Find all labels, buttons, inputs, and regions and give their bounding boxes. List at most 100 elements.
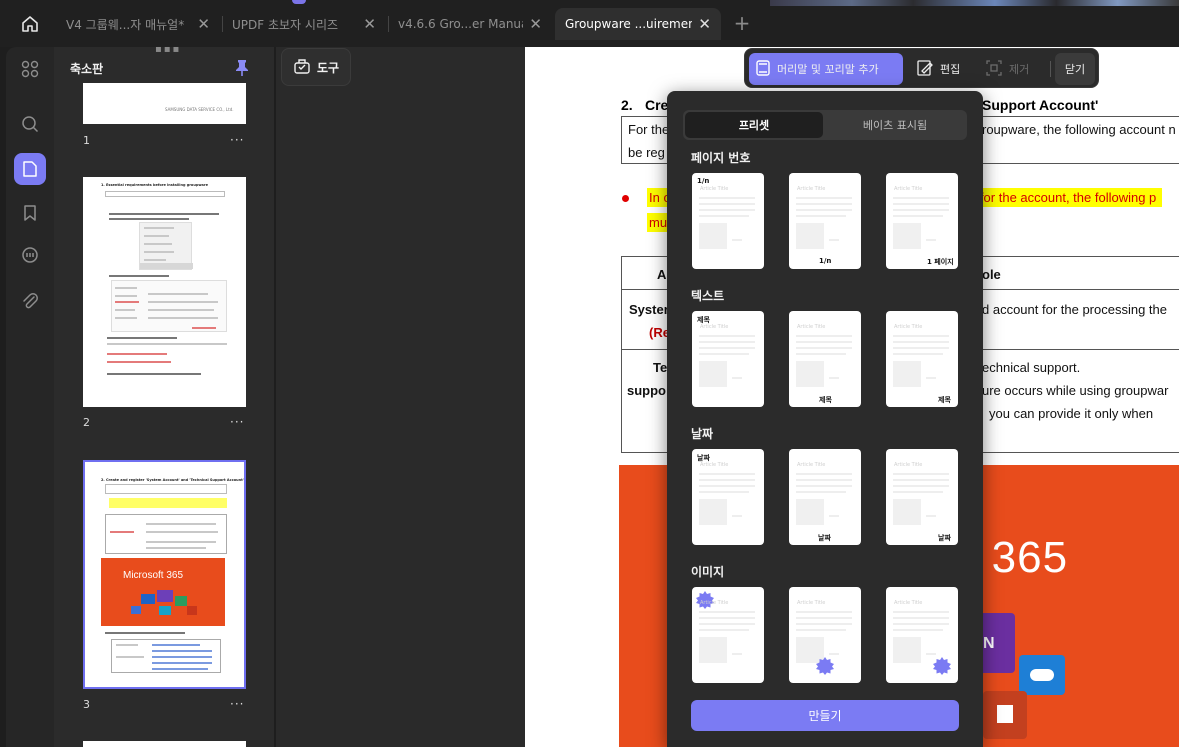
tools-label: 도구	[316, 60, 340, 75]
table-header: A	[657, 267, 667, 282]
thumb-table	[105, 514, 227, 554]
doc-heading-right: Support Account'	[982, 97, 1099, 113]
tools-strip: 도구	[276, 47, 525, 747]
page-thumbnail-3[interactable]: 2. Create and register 'System Account' …	[83, 462, 246, 687]
table-cell: Te	[653, 360, 668, 375]
thumb-line	[109, 218, 189, 220]
header-footer-toolbar: 머리말 및 꼬리말 추가 편집 제거 닫기	[744, 48, 1099, 88]
new-tab-button[interactable]: +	[731, 10, 753, 36]
tab-v466-manual[interactable]: v4.6.6 Gro...er Manual* ✕	[388, 8, 552, 40]
tab-label: Groupware ...uirements*	[565, 17, 693, 31]
attachment-icon[interactable]	[14, 285, 46, 317]
thumb-settings-screenshot	[111, 280, 227, 332]
close-icon[interactable]: ✕	[529, 15, 542, 33]
close-toolbar-button[interactable]: 닫기	[1055, 53, 1095, 85]
preset-dropdown: 프리셋 베이츠 표시됨 페이지 번호 1/n Article Title Art…	[667, 91, 983, 747]
preset-mark: 제목	[819, 396, 832, 404]
page-more-button[interactable]: ···	[230, 697, 244, 711]
app-window: V4 그룹웨...자 매뉴얼* ✕ UPDF 초보자 시리즈 ✕ v4.6.6 …	[0, 0, 1179, 747]
thumb-ms-logo-text: Microsoft 365	[123, 570, 184, 581]
tab-bar: V4 그룹웨...자 매뉴얼* ✕ UPDF 초보자 시리즈 ✕ v4.6.6 …	[0, 0, 1179, 47]
preset-card-page-number-top-left[interactable]: 1/n Article Title	[692, 173, 764, 269]
page-more-button[interactable]: ···	[230, 133, 244, 147]
preset-card-date-bottom-right[interactable]: Article Title 날짜	[886, 449, 958, 545]
table-cell: you can provide it only when	[989, 406, 1154, 421]
remove-button[interactable]: 제거	[979, 53, 1035, 85]
thumbnails-icon[interactable]	[14, 153, 46, 185]
section-title-image: 이미지	[691, 565, 725, 579]
doc-heading-left: Cre	[645, 97, 669, 113]
table-cell: d account for the processing the	[982, 302, 1168, 317]
toolbox-icon	[293, 57, 311, 78]
app-icon-peek	[292, 0, 306, 4]
desktop-peek	[770, 0, 1179, 6]
search-icon[interactable]	[14, 108, 46, 140]
close-icon[interactable]: ✕	[363, 15, 376, 33]
page-thumbnail-1[interactable]: SAMSUNG DATA SERVICE CO., Ltd.	[83, 83, 246, 124]
create-button[interactable]: 만들기	[691, 700, 959, 731]
home-icon[interactable]	[10, 8, 50, 40]
thumb-heading: 1. Essential requirements before install…	[101, 183, 209, 187]
preset-card-page-number-bottom-center[interactable]: Article Title 1/n	[789, 173, 861, 269]
preset-card-text-bottom-right[interactable]: Article Title 제목	[886, 311, 958, 407]
doc-text: be reg	[628, 145, 665, 160]
thumb-screenshot	[139, 222, 193, 270]
page-number: 3	[83, 698, 90, 711]
remove-icon	[985, 59, 1003, 80]
table-cell: suppo	[627, 383, 666, 398]
edit-button[interactable]: 편집	[910, 53, 966, 85]
panel-title: 축소판	[70, 62, 104, 76]
thumb-line	[107, 353, 167, 355]
thumbnail-panel: 축소판 SAMSUNG DATA SERVICE CO., Ltd. 1 ···…	[54, 47, 274, 747]
left-rail	[6, 47, 54, 747]
bookmark-icon[interactable]	[14, 197, 46, 229]
tab-bates[interactable]: 베이츠 표시됨	[825, 112, 965, 138]
remove-label: 제거	[1009, 63, 1030, 76]
edit-icon	[916, 59, 934, 80]
section-title-text: 텍스트	[691, 289, 725, 303]
header-footer-icon	[755, 59, 771, 80]
thumb-line	[109, 213, 219, 215]
panel-drag-handle[interactable]: ▪▪▪	[155, 45, 181, 55]
tab-groupware-requirements[interactable]: Groupware ...uirements* ✕	[555, 8, 721, 40]
close-icon[interactable]: ✕	[698, 15, 711, 33]
doc-heading-number: 2.	[621, 97, 633, 113]
preset-card-page-number-bottom-right[interactable]: Article Title 1 페이지	[886, 173, 958, 269]
page-number: 1	[83, 134, 90, 147]
thumb-box	[105, 484, 227, 494]
add-header-footer-button[interactable]: 머리말 및 꼬리말 추가	[749, 53, 903, 85]
thumb-line	[107, 373, 201, 375]
thumb-line	[109, 275, 169, 277]
tab-label: V4 그룹웨...자 매뉴얼*	[66, 17, 185, 32]
page-thumbnail-4[interactable]	[83, 741, 246, 747]
table-cell: Syster	[629, 302, 669, 317]
thumb-line	[107, 337, 177, 339]
pin-icon[interactable]	[234, 59, 250, 77]
preset-card-image-bottom-center[interactable]: Article Title	[789, 587, 861, 683]
thumb-box	[105, 191, 225, 197]
preset-mark: 날짜	[938, 534, 951, 542]
page-thumbnail-2[interactable]: 1. Essential requirements before install…	[83, 177, 246, 407]
thumb-highlight	[109, 498, 227, 508]
thumb-account-table	[111, 639, 221, 673]
preset-card-text-bottom-center[interactable]: Article Title 제목	[789, 311, 861, 407]
thumb-heading: 2. Create and register 'System Account' …	[101, 478, 244, 482]
close-icon[interactable]: ✕	[197, 15, 210, 33]
section-title-date: 날짜	[691, 427, 714, 441]
add-header-footer-label: 머리말 및 꼬리말 추가	[777, 63, 879, 76]
tab-updf-series[interactable]: UPDF 초보자 시리즈 ✕	[222, 8, 386, 40]
tab-label: v4.6.6 Gro...er Manual*	[398, 17, 523, 31]
comment-icon[interactable]	[14, 240, 46, 272]
tools-button[interactable]: 도구	[281, 48, 351, 86]
preset-card-image-bottom-right[interactable]: Article Title	[886, 587, 958, 683]
page-more-button[interactable]: ···	[230, 415, 244, 429]
preset-card-text-top-left[interactable]: 제목 Article Title	[692, 311, 764, 407]
thumb-ms-banner: Microsoft 365	[101, 558, 225, 626]
preset-mark: 1/n	[697, 177, 710, 185]
preset-card-date-top-left[interactable]: 날짜 Article Title	[692, 449, 764, 545]
tab-preset[interactable]: 프리셋	[685, 112, 823, 138]
tab-v4-manual[interactable]: V4 그룹웨...자 매뉴얼* ✕	[56, 8, 220, 40]
apps-grid-icon[interactable]	[14, 53, 46, 85]
preset-card-date-bottom-center[interactable]: Article Title 날짜	[789, 449, 861, 545]
preset-card-image-top-left[interactable]: Article Title	[692, 587, 764, 683]
